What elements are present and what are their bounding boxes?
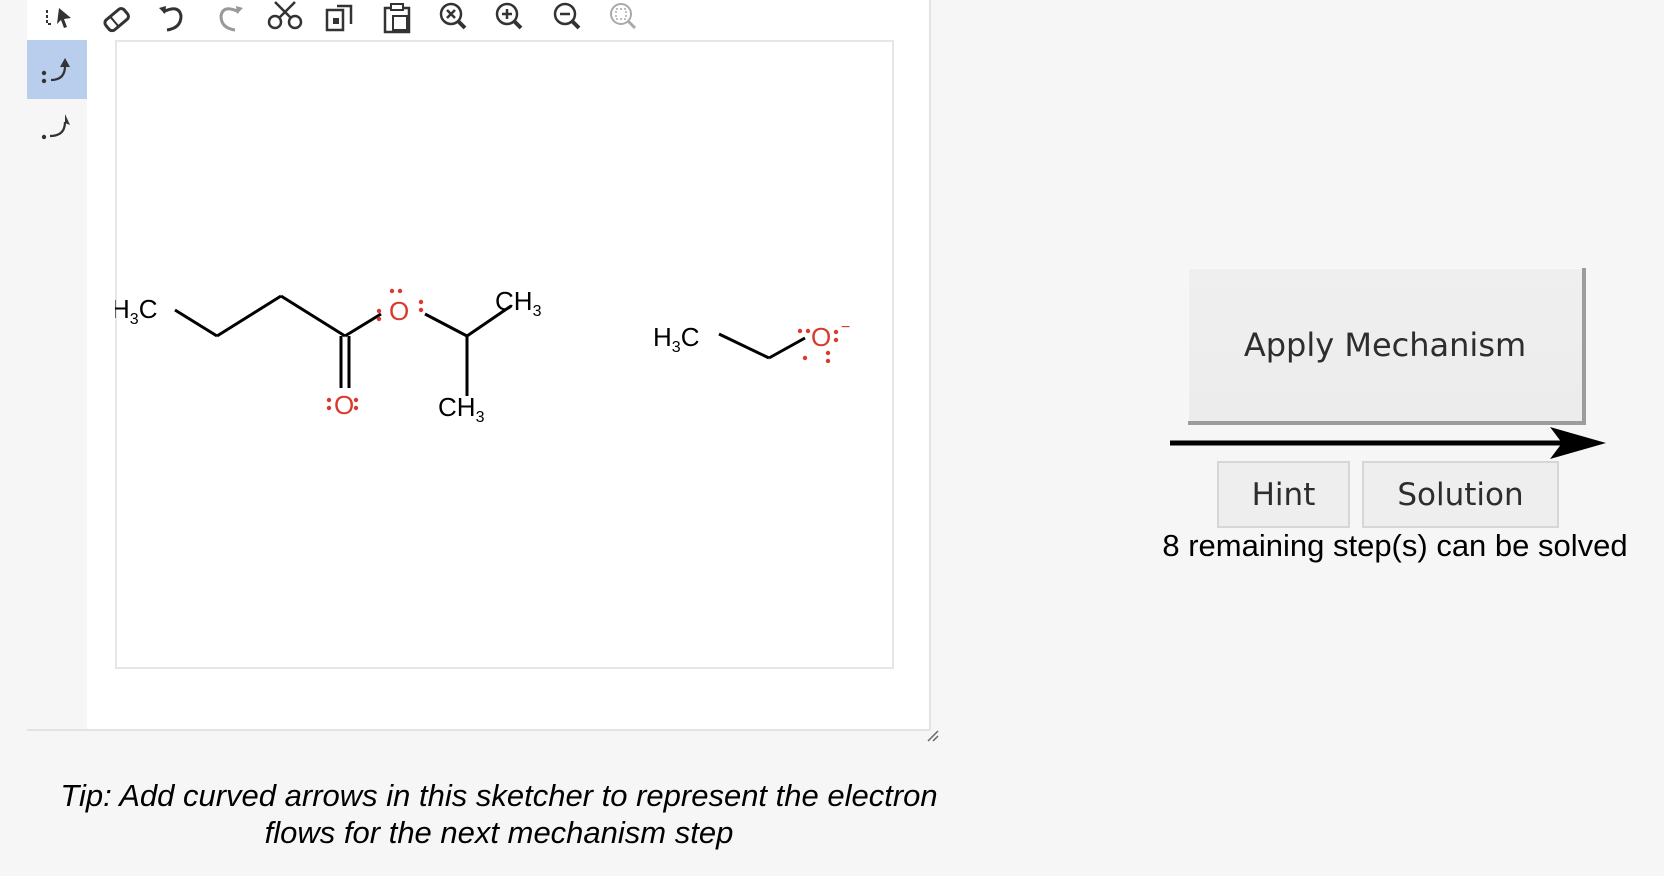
arrow-toolbar	[27, 40, 87, 729]
electron-pair-arrow-icon	[41, 58, 70, 84]
redo-icon[interactable]	[207, 0, 251, 40]
methyl-group-bottom: CH3	[438, 392, 485, 426]
single-electron-arrow-icon	[41, 114, 70, 140]
solution-button[interactable]: Solution	[1362, 461, 1559, 528]
carbonyl-oxygen: O	[334, 390, 354, 420]
ethyl-methyl-group: H3C	[653, 322, 699, 356]
methyl-group-left: H3C	[115, 294, 157, 328]
methyl-group-right: CH3	[495, 286, 542, 320]
tip-line-2: flows for the next mechanism step	[264, 815, 734, 850]
ester-oxygen: O	[389, 296, 409, 326]
resize-handle[interactable]	[924, 727, 940, 743]
erase-icon[interactable]	[95, 0, 139, 40]
negative-charge: −	[841, 319, 850, 336]
apply-mechanism-button[interactable]: Apply Mechanism	[1188, 268, 1586, 425]
sketcher-panel: H3C CH3 CH3 O O H3C O −	[27, 0, 931, 731]
molecule-drawing: H3C CH3 CH3 O O H3C O −	[115, 286, 850, 426]
copy-icon[interactable]	[319, 0, 363, 40]
sketcher-toolbar	[27, 0, 929, 40]
alkoxide-oxygen: O	[811, 322, 831, 352]
remaining-steps-text: 8 remaining step(s) can be solved	[1162, 528, 1628, 563]
zoom-reset-icon[interactable]	[433, 0, 477, 40]
drawing-canvas[interactable]: H3C CH3 CH3 O O H3C O −	[115, 40, 894, 669]
electron-pair-arrow-button[interactable]	[27, 40, 87, 99]
zoom-fit-icon[interactable]	[603, 0, 647, 40]
paste-icon[interactable]	[377, 0, 421, 40]
tip-text: Tip: Add curved arrows in this sketcher …	[27, 777, 971, 851]
single-electron-arrow-button[interactable]	[27, 99, 87, 158]
zoom-out-icon[interactable]	[547, 0, 591, 40]
zoom-in-icon[interactable]	[489, 0, 533, 40]
hint-button[interactable]: Hint	[1217, 461, 1350, 528]
select-icon[interactable]	[41, 0, 85, 40]
cut-icon[interactable]	[263, 0, 307, 40]
reaction-arrow	[1168, 425, 1608, 465]
tip-line-1: Tip: Add curved arrows in this sketcher …	[60, 778, 938, 813]
undo-icon[interactable]	[151, 0, 195, 40]
